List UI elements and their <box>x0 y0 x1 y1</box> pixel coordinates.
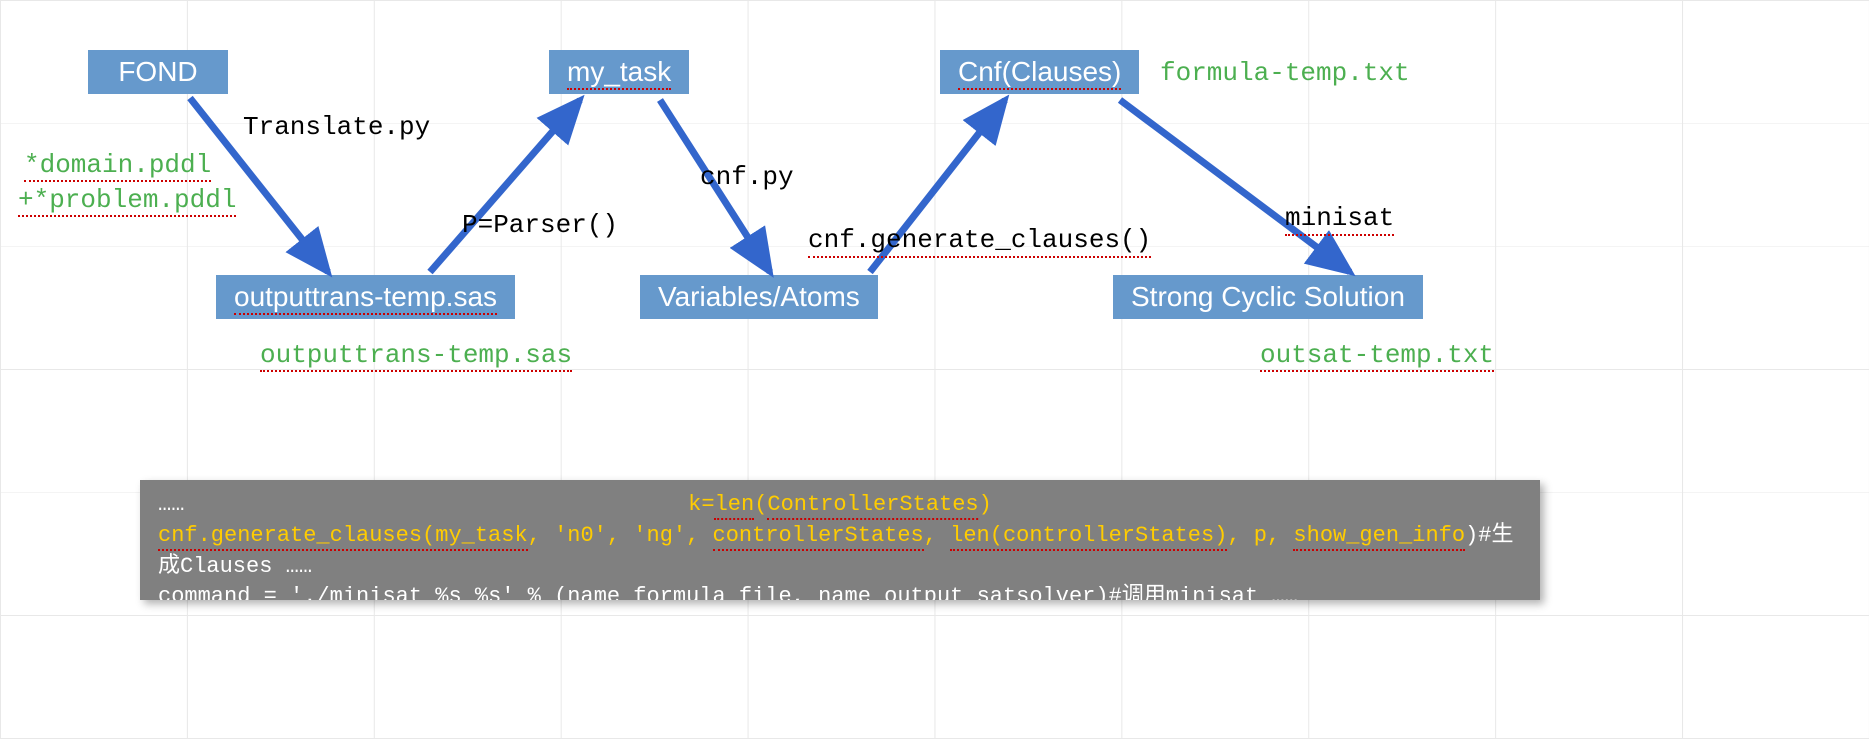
label-outsat-temp: outsat-temp.txt <box>1260 340 1494 370</box>
code-l1-k: k=k=len(ControllerStates)len(ControllerS… <box>688 490 992 521</box>
label-problem-pddl: +*problem.pddl <box>18 185 236 215</box>
code-l2-genclauses: cnf.generate_clauses(my_task <box>158 523 528 551</box>
box-fond: FOND <box>88 50 228 94</box>
label-translate: Translate.py <box>243 112 430 142</box>
box-output-sas: outputtrans-temp.sas <box>216 275 515 319</box>
label-cnfpy: cnf.py <box>700 162 794 192</box>
label-minisat: minisat <box>1285 203 1394 233</box>
code-block: …… k=k=len(ControllerStates)len(Controll… <box>140 480 1540 600</box>
box-my-task: my_task <box>549 50 689 94</box>
box-solution: Strong Cyclic Solution <box>1113 275 1423 319</box>
label-formula-temp: formula-temp.txt <box>1160 58 1410 88</box>
box-variables-atoms: Variables/Atoms <box>640 275 878 319</box>
box-output-sas-text: outputtrans-temp.sas <box>234 281 497 315</box>
label-gen: cnf.generate_clauses() <box>808 225 1151 255</box>
label-domain-pddl: *domain.pddl <box>24 150 211 180</box>
label-out-sas: outputtrans-temp.sas <box>260 340 572 370</box>
box-cnf-clauses: Cnf(Clauses) <box>940 50 1139 94</box>
code-l3-command: command = './ <box>158 584 330 600</box>
label-parser: P=Parser() <box>462 210 618 240</box>
box-cnf-text: Cnf(Clauses) <box>958 56 1121 90</box>
code-l1-pre: …… <box>158 492 184 517</box>
box-my-task-text: my_task <box>567 56 671 90</box>
arrow-sas-to-mytask <box>430 100 580 272</box>
arrow-cnf-to-solution <box>1120 100 1350 272</box>
